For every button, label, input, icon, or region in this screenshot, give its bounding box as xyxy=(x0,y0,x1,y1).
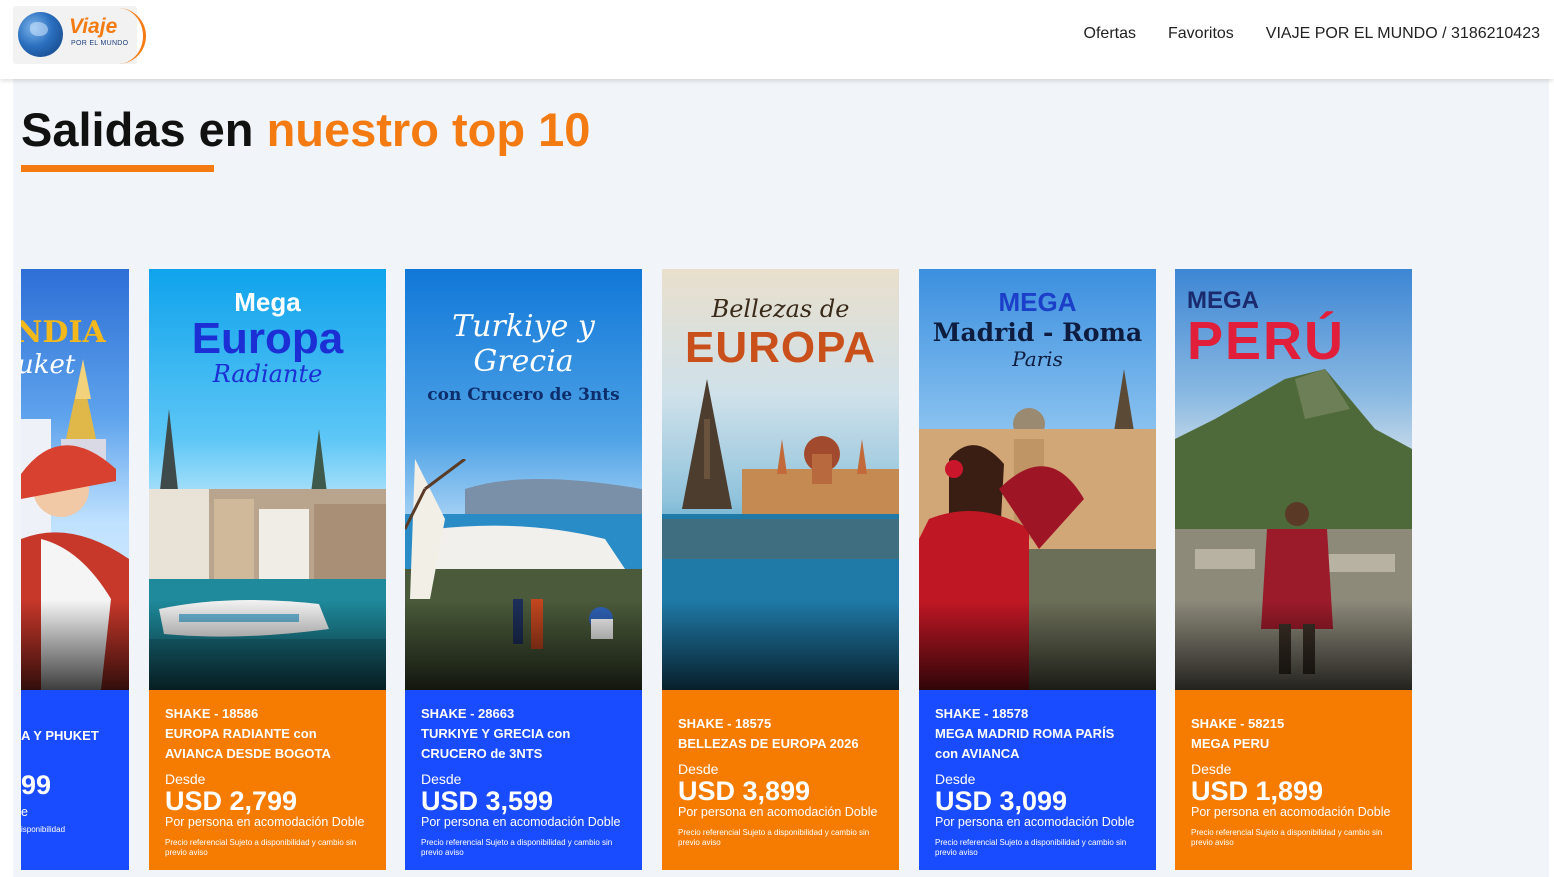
poster-line-3: Radiante xyxy=(212,360,323,388)
tour-disclaimer: Precio referencial Sujeto a disponibilid… xyxy=(165,838,357,857)
tour-disclaimer: isponibilidad xyxy=(21,825,66,834)
tour-price: 99 xyxy=(21,770,52,800)
tour-price-note: Por persona en acomodación Doble xyxy=(935,815,1135,829)
main-nav: Ofertas Favoritos VIAJE POR EL MUNDO / 3… xyxy=(1084,25,1540,43)
tour-disclaimer: Precio referencial Sujeto a disponibilid… xyxy=(1191,828,1383,847)
nav-link-contact[interactable]: VIAJE POR EL MUNDO / 3186210423 xyxy=(1266,25,1540,43)
top-navigation-bar: Viaje POR EL MUNDO Ofertas Favoritos VIA… xyxy=(0,0,1554,79)
tour-card-image[interactable]: MEGA Madrid - Roma Paris xyxy=(919,269,1156,690)
tour-desde-label: Desde xyxy=(421,771,462,787)
tour-card-madrid-roma-paris[interactable]: MEGA Madrid - Roma Paris SHAKE - 18578 M… xyxy=(919,269,1156,870)
image-fade xyxy=(149,600,386,690)
tour-card-image[interactable]: Turkiye y Grecia con Crucero de 3nts xyxy=(405,269,642,690)
tour-desde-label: Desde xyxy=(1191,761,1232,777)
tour-card-image[interactable]: MEGA PERÚ xyxy=(1175,269,1412,690)
poster-line-3: Paris xyxy=(1012,347,1063,371)
poster-line-1: Turkiye y Grecia xyxy=(452,309,595,379)
poster-line-2: uket xyxy=(21,350,76,380)
globe-icon xyxy=(18,12,63,57)
tour-desde-label: Desde xyxy=(678,761,719,777)
image-fade xyxy=(919,600,1156,690)
tour-title: TURKIYE Y GRECIA con CRUCERO de 3NTS xyxy=(421,726,571,761)
tour-title: MEGA MADRID ROMA PARÍS con AVIANCA xyxy=(935,726,1115,761)
tour-card-info: SHAKE - 18578 MEGA MADRID ROMA PARÍS con… xyxy=(919,690,1156,870)
tour-price: USD 3,899 xyxy=(678,776,811,806)
tour-code: SHAKE - 58215 xyxy=(1191,716,1285,731)
tour-card-turkiye-grecia[interactable]: Turkiye y Grecia con Crucero de 3nts SHA… xyxy=(405,269,642,870)
tour-price: USD 3,099 xyxy=(935,786,1068,816)
image-fade xyxy=(662,600,899,690)
image-fade xyxy=(21,600,129,690)
image-fade xyxy=(1175,600,1412,690)
tour-price-note: Por persona en acomodación Doble xyxy=(421,815,621,829)
tour-desde-label: Desde xyxy=(165,771,206,787)
poster-line-2: EUROPA xyxy=(685,323,876,372)
tour-title: EUROPA RADIANTE con AVIANCA DESDE BOGOTA xyxy=(165,726,331,761)
image-fade xyxy=(405,600,642,690)
tour-card-info: SHAKE - 28663 TURKIYE Y GRECIA con CRUCE… xyxy=(405,690,642,870)
card-poster-title: NDIA uket xyxy=(21,315,129,380)
tour-disclaimer: Precio referencial Sujeto a disponibilid… xyxy=(421,838,613,857)
poster-line-1: MEGA xyxy=(998,287,1077,317)
site-logo[interactable]: Viaje POR EL MUNDO xyxy=(13,6,146,64)
tour-card-bellezas-europa[interactable]: Bellezas de EUROPA SHAKE - 18575 BELLEZA… xyxy=(662,269,899,870)
tour-card-info: A Y PHUKET 99 e isponibilidad xyxy=(21,690,129,870)
card-poster-title: MEGA PERÚ xyxy=(1175,287,1412,371)
section-title-accent: nuestro top 10 xyxy=(266,103,591,156)
tour-price-note: Por persona en acomodación Doble xyxy=(678,805,878,819)
nav-link-ofertas[interactable]: Ofertas xyxy=(1084,25,1136,43)
tour-card-india-phuket[interactable]: NDIA uket A Y PHUKET 99 e isponibilidad xyxy=(21,269,129,870)
tour-card-mega-peru[interactable]: MEGA PERÚ SHAKE - 58215 MEGA PERU Desde … xyxy=(1175,269,1412,870)
tour-price: USD 1,899 xyxy=(1191,776,1324,806)
card-poster-title: Mega Europa Radiante xyxy=(149,287,386,388)
tour-card-image[interactable]: NDIA uket xyxy=(21,269,129,690)
tour-title: BELLEZAS DE EUROPA 2026 xyxy=(678,736,859,751)
tour-card-info: SHAKE - 18575 BELLEZAS DE EUROPA 2026 De… xyxy=(662,690,899,870)
tour-card-image[interactable]: Bellezas de EUROPA xyxy=(662,269,899,690)
tour-price: USD 2,799 xyxy=(165,786,298,816)
card-poster-title: MEGA Madrid - Roma Paris xyxy=(919,287,1156,371)
tour-card-europa-radiante[interactable]: Mega Europa Radiante SHAKE - 18586 EUROP… xyxy=(149,269,386,870)
tour-card-info: SHAKE - 58215 MEGA PERU Desde USD 1,899 … xyxy=(1175,690,1412,870)
top10-section: Salidas en nuestro top 10 NDIA uket A Y … xyxy=(13,79,1549,877)
tour-code: SHAKE - 18578 xyxy=(935,706,1029,721)
tour-title: A Y PHUKET xyxy=(21,728,99,743)
poster-line-1: Bellezas de xyxy=(711,295,850,323)
tour-title: MEGA PERU xyxy=(1191,736,1270,751)
tour-code: SHAKE - 18575 xyxy=(678,716,772,731)
tour-price: USD 3,599 xyxy=(421,786,554,816)
tour-price-note: e xyxy=(21,805,28,819)
section-title-main: Salidas en xyxy=(21,103,267,156)
card-poster-title: Bellezas de EUROPA xyxy=(662,295,899,373)
poster-line-2: Europa xyxy=(191,314,344,363)
logo-arc-decoration xyxy=(116,8,146,64)
tour-code: SHAKE - 18586 xyxy=(165,706,259,721)
tour-disclaimer: Precio referencial Sujeto a disponibilid… xyxy=(935,838,1127,857)
logo-wordmark: Viaje xyxy=(69,15,118,38)
tour-disclaimer: Precio referencial Sujeto a disponibilid… xyxy=(678,828,870,847)
tour-price-note: Por persona en acomodación Doble xyxy=(165,815,365,829)
tour-card-info: SHAKE - 18586 EUROPA RADIANTE con AVIANC… xyxy=(149,690,386,870)
card-poster-title: Turkiye y Grecia con Crucero de 3nts xyxy=(405,309,642,405)
poster-line-2: Madrid - Roma xyxy=(932,318,1143,347)
tour-desde-label: Desde xyxy=(935,771,976,787)
section-title-underline xyxy=(21,165,214,172)
nav-link-favoritos[interactable]: Favoritos xyxy=(1168,25,1234,43)
tour-card-image[interactable]: Mega Europa Radiante xyxy=(149,269,386,690)
section-title: Salidas en nuestro top 10 xyxy=(21,102,590,157)
poster-line-2: PERÚ xyxy=(1187,311,1346,371)
poster-line-2: con Crucero de 3nts xyxy=(427,385,620,405)
tour-price-note: Por persona en acomodación Doble xyxy=(1191,805,1391,819)
tour-code: SHAKE - 28663 xyxy=(421,706,515,721)
poster-line-1: NDIA xyxy=(21,315,106,350)
